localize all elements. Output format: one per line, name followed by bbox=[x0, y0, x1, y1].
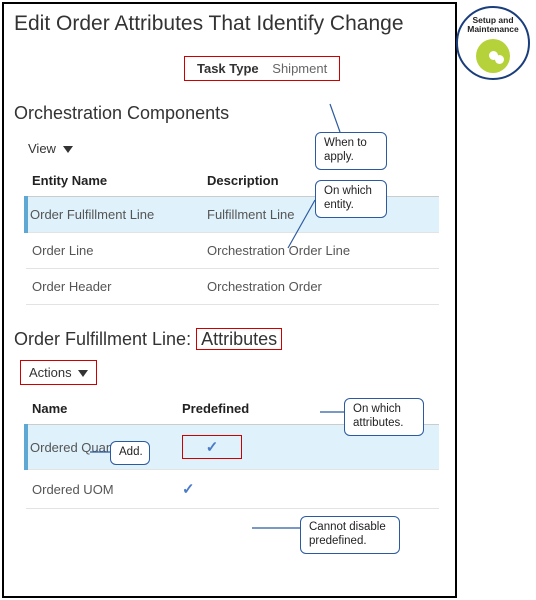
orchestration-heading: Orchestration Components bbox=[14, 103, 445, 124]
view-label: View bbox=[28, 141, 56, 156]
col-name: Name bbox=[26, 393, 176, 425]
callout-when: When to apply. bbox=[315, 132, 387, 170]
callout-attributes: On which attributes. bbox=[344, 398, 424, 436]
check-icon: ✓ bbox=[182, 481, 195, 498]
actions-menu[interactable]: Actions bbox=[20, 360, 97, 385]
task-type-field: Task Type Shipment bbox=[184, 56, 340, 81]
view-menu[interactable]: View bbox=[24, 138, 77, 159]
predefined-check-highlight: ✓ bbox=[182, 435, 242, 459]
main-panel: Edit Order Attributes That Identify Chan… bbox=[2, 2, 457, 598]
chevron-down-icon bbox=[63, 146, 73, 153]
attributes-word-highlight: Attributes bbox=[196, 328, 282, 350]
chevron-down-icon bbox=[78, 370, 88, 377]
callout-entity: On which entity. bbox=[315, 180, 387, 218]
callout-add: Add. bbox=[110, 441, 150, 465]
page-title: Edit Order Attributes That Identify Chan… bbox=[14, 12, 445, 36]
table-row[interactable]: Order Line Orchestration Order Line bbox=[26, 233, 439, 269]
table-row[interactable]: Order Header Orchestration Order bbox=[26, 269, 439, 305]
col-entity-name: Entity Name bbox=[26, 165, 201, 197]
check-icon: ✓ bbox=[206, 439, 219, 456]
gear-icon bbox=[476, 39, 510, 73]
callout-predefined: Cannot disable predefined. bbox=[300, 516, 400, 554]
attributes-heading: Order Fulfillment Line: Attributes bbox=[14, 329, 445, 350]
badge-text: Setup andMaintenance bbox=[458, 16, 528, 35]
task-type-label: Task Type bbox=[197, 61, 259, 76]
task-type-value: Shipment bbox=[272, 61, 327, 76]
table-row[interactable]: Ordered UOM ✓ bbox=[26, 470, 439, 509]
setup-maintenance-badge[interactable]: Setup andMaintenance bbox=[456, 6, 530, 80]
